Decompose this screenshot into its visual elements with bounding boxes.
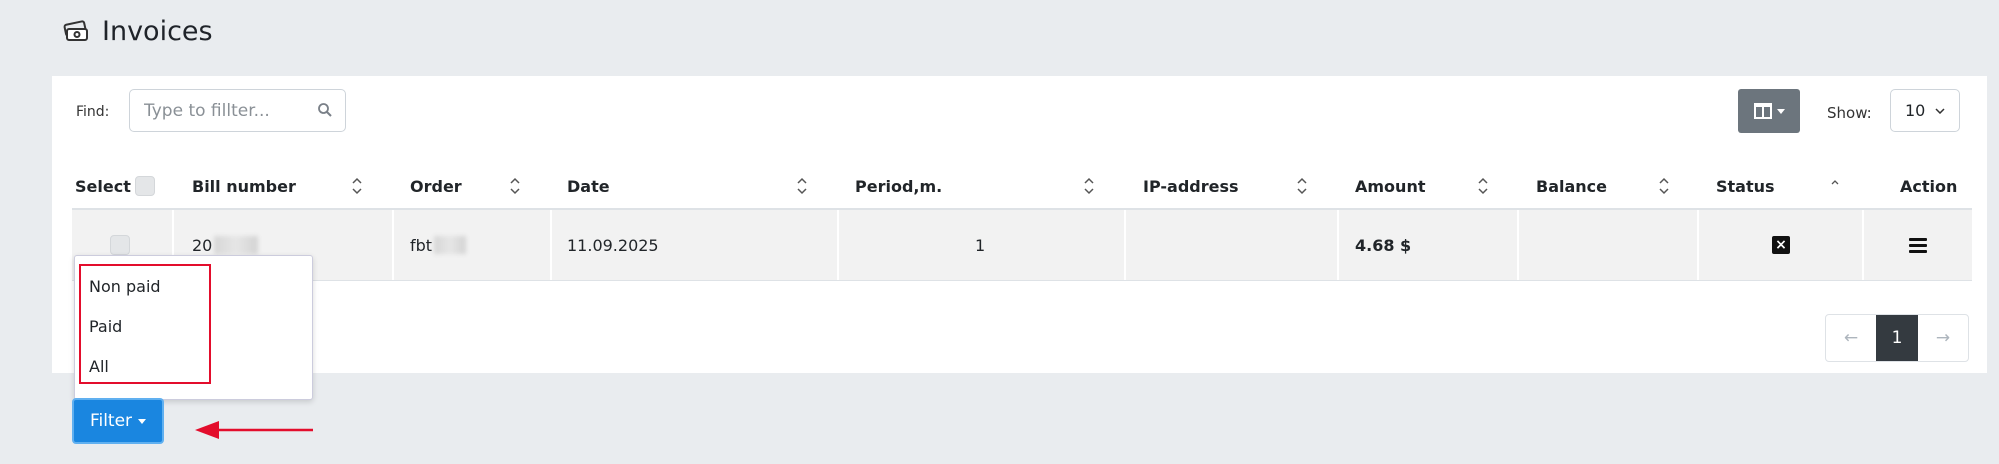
filter-button-label: Filter xyxy=(89,411,133,431)
search-icon[interactable] xyxy=(317,102,333,118)
header-ip-address[interactable]: IP-address xyxy=(1143,164,1239,208)
bill-number-text: 20 xyxy=(192,235,213,255)
chevron-down-icon xyxy=(1777,108,1785,114)
filter-button[interactable]: Filter xyxy=(72,398,164,444)
page-title-text: Invoices xyxy=(102,16,213,47)
column-divider xyxy=(392,210,394,280)
page-size-select[interactable]: 10 xyxy=(1890,89,1960,132)
search-input[interactable] xyxy=(130,90,314,131)
chevron-down-icon xyxy=(138,418,147,424)
chevron-down-icon xyxy=(1935,107,1945,114)
page-title: Invoices xyxy=(62,16,213,47)
invoices-card: Find: Show: 10 Select Bill number xyxy=(52,76,1987,373)
pagination-next[interactable]: → xyxy=(1918,315,1968,361)
header-select: Select xyxy=(75,164,155,208)
menu-icon[interactable] xyxy=(1909,237,1927,253)
row-checkbox[interactable] xyxy=(110,235,130,255)
page-size-value: 10 xyxy=(1905,101,1926,120)
x-square-icon: × xyxy=(1772,236,1790,254)
header-order[interactable]: Order xyxy=(410,164,462,208)
header-period[interactable]: Period,m. xyxy=(855,164,942,208)
order-text: fbt xyxy=(410,235,433,255)
sort-icon[interactable] xyxy=(510,177,520,195)
pagination-page-1[interactable]: 1 xyxy=(1876,315,1918,361)
highlight-box xyxy=(79,264,211,384)
header-amount[interactable]: Amount xyxy=(1355,164,1425,208)
sort-icon[interactable] xyxy=(1659,177,1669,195)
action-cell xyxy=(1909,210,1927,280)
sort-icon[interactable] xyxy=(797,177,807,195)
sort-asc-icon[interactable] xyxy=(1830,177,1840,195)
header-date[interactable]: Date xyxy=(567,164,610,208)
pagination: ← 1 → xyxy=(1825,314,1969,362)
status-cell: × xyxy=(1772,210,1790,280)
columns-icon xyxy=(1754,103,1772,119)
search-box xyxy=(129,89,346,132)
sort-icon[interactable] xyxy=(1084,177,1094,195)
header-status[interactable]: Status xyxy=(1716,164,1775,208)
table-row: 20 fbt 11.09.2025 1 4.68 $ × xyxy=(72,210,1972,281)
show-label: Show: xyxy=(1827,104,1872,122)
sort-icon[interactable] xyxy=(1478,177,1488,195)
column-divider xyxy=(1337,210,1339,280)
pagination-prev[interactable]: ← xyxy=(1826,315,1876,361)
column-divider xyxy=(837,210,839,280)
column-divider xyxy=(550,210,552,280)
header-action: Action xyxy=(1900,176,1958,196)
amount-cell: 4.68 $ xyxy=(1355,235,1412,255)
invoices-table: Select Bill number Order Date Period,m. … xyxy=(72,164,1972,281)
sort-icon[interactable] xyxy=(1297,177,1307,195)
header-select-label: Select xyxy=(75,176,131,196)
columns-toggle-button[interactable] xyxy=(1738,89,1800,133)
column-divider xyxy=(1124,210,1126,280)
period-cell: 1 xyxy=(975,235,986,255)
table-header: Select Bill number Order Date Period,m. … xyxy=(72,164,1972,210)
redaction xyxy=(434,236,467,254)
column-divider xyxy=(1697,210,1699,280)
redaction xyxy=(214,236,259,254)
column-divider xyxy=(1862,210,1864,280)
header-bill-number[interactable]: Bill number xyxy=(192,164,296,208)
money-stack-icon xyxy=(63,19,88,41)
sort-icon[interactable] xyxy=(352,177,362,195)
header-balance[interactable]: Balance xyxy=(1536,164,1607,208)
date-cell: 11.09.2025 xyxy=(567,235,659,255)
annotation-arrow xyxy=(195,421,313,439)
column-divider xyxy=(1517,210,1519,280)
find-label: Find: xyxy=(76,104,110,120)
select-all-checkbox[interactable] xyxy=(134,176,155,196)
order-cell: fbt xyxy=(410,210,467,280)
